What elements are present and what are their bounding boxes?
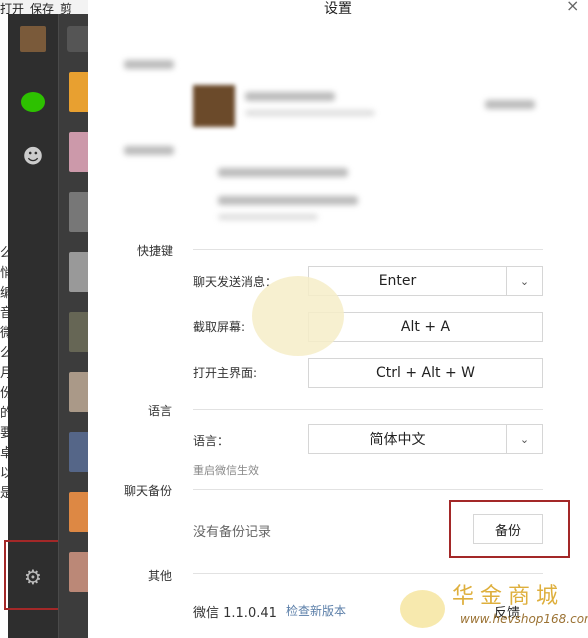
avatar[interactable]: [20, 26, 46, 52]
window-title: 设置: [324, 1, 352, 17]
language-section-title: 语言: [148, 404, 173, 418]
account-section-label: [124, 60, 174, 69]
language-label: 语言：: [193, 434, 230, 448]
option-note: [218, 214, 318, 220]
language-dropdown[interactable]: 简体中文 ⌄: [308, 424, 543, 454]
screenshot-value: Alt + A: [400, 319, 451, 335]
open-main-shortcut-field[interactable]: Ctrl + Alt + W: [308, 358, 543, 388]
check-update-link[interactable]: 检查新版本: [286, 602, 346, 619]
open-main-label: 打开主界面:: [193, 366, 258, 380]
chevron-down-icon[interactable]: ⌄: [506, 267, 542, 295]
watermark-logo: 华金商城 www.hevshop168.com: [400, 580, 588, 638]
divider: [193, 249, 543, 250]
send-message-dropdown[interactable]: Enter ⌄: [308, 266, 543, 296]
option-checkbox[interactable]: [218, 196, 358, 205]
language-value: 简体中文: [369, 432, 426, 448]
logout-button[interactable]: [485, 100, 535, 109]
chat-list[interactable]: [58, 14, 97, 638]
contacts-icon[interactable]: ☻: [20, 144, 46, 170]
account-name: [245, 92, 335, 101]
divider: [193, 409, 543, 410]
divider: [193, 573, 543, 574]
backup-highlight: [449, 500, 570, 558]
send-message-value: Enter: [378, 273, 417, 289]
close-icon[interactable]: ×: [566, 0, 579, 15]
other-section-title: 其他: [148, 569, 173, 583]
chat-icon[interactable]: [21, 92, 45, 112]
account-id: [245, 110, 375, 116]
shortcuts-section-title: 快捷键: [137, 244, 174, 258]
option-checkbox[interactable]: [218, 168, 348, 177]
chevron-down-icon[interactable]: ⌄: [506, 425, 542, 453]
screenshot-label: 截取屏幕:: [193, 320, 246, 334]
general-section-label: [124, 146, 174, 155]
open-main-value: Ctrl + Alt + W: [376, 365, 475, 381]
mascot-watermark: [252, 276, 344, 356]
version-text: 微信 1.1.0.41: [193, 606, 277, 621]
restart-note: 重启微信生效: [193, 464, 259, 477]
divider: [193, 489, 543, 490]
backup-section-title: 聊天备份: [124, 484, 173, 498]
account-avatar: [193, 85, 235, 127]
backup-status: 没有备份记录: [193, 525, 272, 540]
